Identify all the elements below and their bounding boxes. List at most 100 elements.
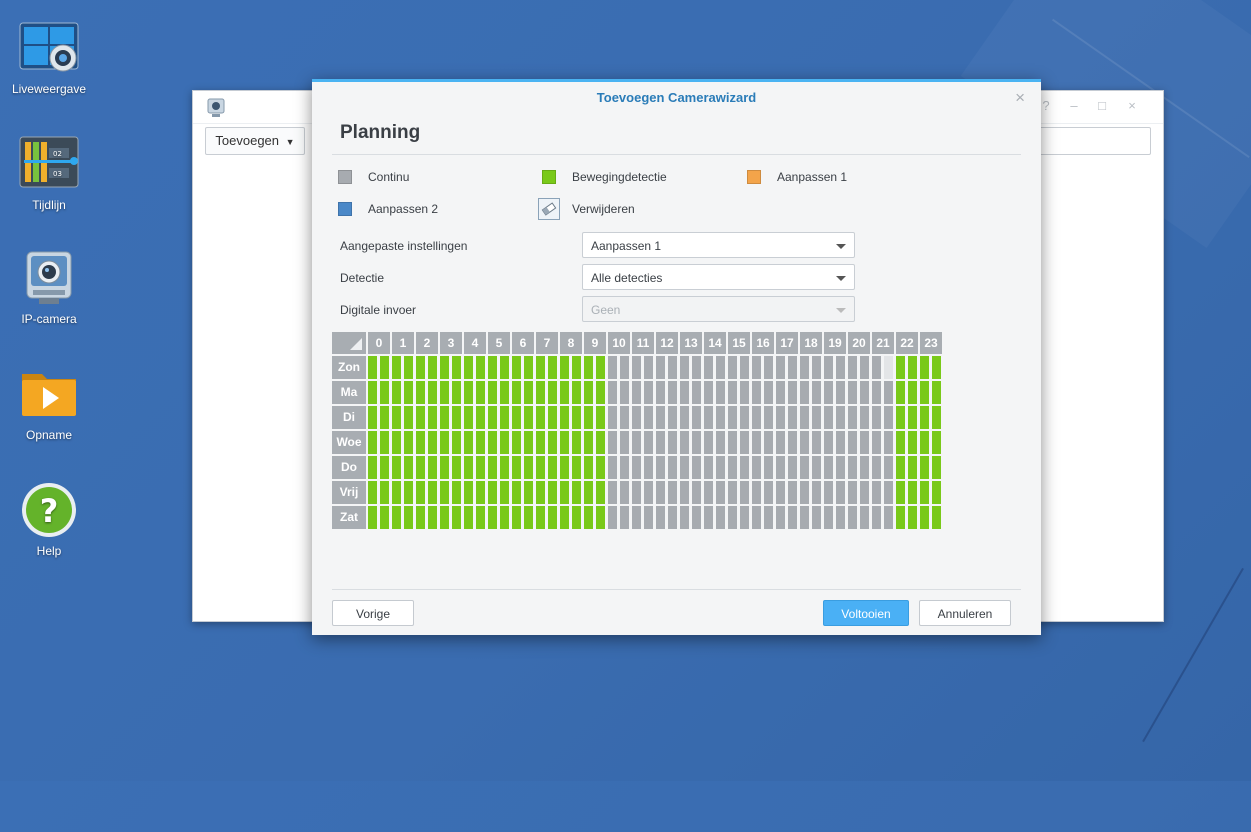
schedule-slot[interactable] — [560, 506, 569, 529]
schedule-slot[interactable] — [548, 506, 557, 529]
hour-header[interactable]: 6 — [512, 332, 534, 354]
schedule-slot[interactable] — [440, 481, 449, 504]
schedule-slot[interactable] — [584, 431, 593, 454]
schedule-slot[interactable] — [896, 356, 905, 379]
day-header[interactable]: Vrij — [332, 481, 366, 504]
schedule-slot[interactable] — [632, 381, 641, 404]
schedule-slot[interactable] — [620, 381, 629, 404]
schedule-slot[interactable] — [656, 406, 665, 429]
schedule-slot[interactable] — [728, 431, 737, 454]
schedule-slot[interactable] — [524, 506, 533, 529]
schedule-slot[interactable] — [536, 406, 545, 429]
schedule-slot[interactable] — [596, 481, 605, 504]
schedule-slot[interactable] — [656, 431, 665, 454]
schedule-slot[interactable] — [452, 481, 461, 504]
close-icon[interactable]: × — [1125, 99, 1139, 113]
schedule-slot[interactable] — [848, 431, 857, 454]
schedule-slot[interactable] — [908, 406, 917, 429]
close-icon[interactable]: × — [1015, 88, 1025, 108]
schedule-slot[interactable] — [692, 481, 701, 504]
schedule-slot[interactable] — [812, 456, 821, 479]
schedule-slot[interactable] — [536, 431, 545, 454]
schedule-slot[interactable] — [836, 356, 845, 379]
schedule-slot[interactable] — [836, 456, 845, 479]
schedule-slot[interactable] — [656, 381, 665, 404]
schedule-slot[interactable] — [392, 356, 401, 379]
schedule-slot[interactable] — [872, 406, 881, 429]
schedule-slot[interactable] — [644, 431, 653, 454]
schedule-slot[interactable] — [632, 356, 641, 379]
schedule-slot[interactable] — [404, 506, 413, 529]
schedule-slot[interactable] — [620, 406, 629, 429]
maximize-icon[interactable]: □ — [1095, 99, 1109, 113]
schedule-slot[interactable] — [620, 481, 629, 504]
schedule-slot[interactable] — [824, 431, 833, 454]
schedule-slot[interactable] — [716, 506, 725, 529]
schedule-slot[interactable] — [368, 381, 377, 404]
schedule-slot[interactable] — [692, 506, 701, 529]
schedule-slot[interactable] — [476, 481, 485, 504]
desktop-icon-opname[interactable]: Opname — [0, 366, 98, 442]
schedule-slot[interactable] — [608, 481, 617, 504]
schedule-slot[interactable] — [812, 506, 821, 529]
schedule-slot[interactable] — [368, 356, 377, 379]
schedule-slot[interactable] — [404, 481, 413, 504]
schedule-slot[interactable] — [896, 456, 905, 479]
schedule-slot[interactable] — [896, 406, 905, 429]
schedule-slot[interactable] — [416, 481, 425, 504]
schedule-slot[interactable] — [416, 506, 425, 529]
schedule-slot[interactable] — [776, 356, 785, 379]
schedule-slot[interactable] — [788, 431, 797, 454]
schedule-slot[interactable] — [848, 381, 857, 404]
schedule-slot[interactable] — [824, 506, 833, 529]
hour-header[interactable]: 10 — [608, 332, 630, 354]
schedule-slot[interactable] — [848, 456, 857, 479]
schedule-slot[interactable] — [920, 506, 929, 529]
schedule-slot[interactable] — [380, 406, 389, 429]
schedule-slot[interactable] — [716, 381, 725, 404]
schedule-slot[interactable] — [488, 506, 497, 529]
schedule-slot[interactable] — [812, 481, 821, 504]
schedule-slot[interactable] — [560, 381, 569, 404]
hour-header[interactable]: 23 — [920, 332, 942, 354]
schedule-slot[interactable] — [404, 356, 413, 379]
schedule-slot[interactable] — [524, 406, 533, 429]
schedule-slot[interactable] — [368, 506, 377, 529]
schedule-slot[interactable] — [764, 481, 773, 504]
hour-header[interactable]: 19 — [824, 332, 846, 354]
schedule-slot[interactable] — [644, 481, 653, 504]
schedule-slot[interactable] — [644, 506, 653, 529]
schedule-slot[interactable] — [572, 506, 581, 529]
schedule-slot[interactable] — [596, 431, 605, 454]
schedule-slot[interactable] — [872, 431, 881, 454]
schedule-slot[interactable] — [536, 456, 545, 479]
schedule-slot[interactable] — [560, 356, 569, 379]
schedule-slot[interactable] — [920, 406, 929, 429]
schedule-slot[interactable] — [428, 456, 437, 479]
schedule-slot[interactable] — [884, 506, 893, 529]
schedule-slot[interactable] — [812, 406, 821, 429]
schedule-slot[interactable] — [776, 456, 785, 479]
schedule-slot[interactable] — [596, 456, 605, 479]
schedule-slot[interactable] — [488, 381, 497, 404]
schedule-slot[interactable] — [548, 356, 557, 379]
schedule-slot[interactable] — [620, 356, 629, 379]
schedule-slot[interactable] — [872, 356, 881, 379]
schedule-slot[interactable] — [740, 506, 749, 529]
schedule-slot[interactable] — [800, 406, 809, 429]
schedule-slot[interactable] — [740, 456, 749, 479]
schedule-slot[interactable] — [788, 356, 797, 379]
schedule-slot[interactable] — [620, 431, 629, 454]
schedule-slot[interactable] — [860, 406, 869, 429]
schedule-slot[interactable] — [776, 406, 785, 429]
schedule-slot[interactable] — [800, 506, 809, 529]
schedule-slot[interactable] — [920, 481, 929, 504]
schedule-slot[interactable] — [932, 431, 941, 454]
schedule-slot[interactable] — [596, 406, 605, 429]
schedule-slot[interactable] — [560, 406, 569, 429]
schedule-slot[interactable] — [860, 356, 869, 379]
schedule-slot[interactable] — [680, 456, 689, 479]
schedule-slot[interactable] — [788, 456, 797, 479]
custom-settings-select[interactable]: Aanpassen 1 — [582, 232, 855, 258]
schedule-slot[interactable] — [668, 406, 677, 429]
